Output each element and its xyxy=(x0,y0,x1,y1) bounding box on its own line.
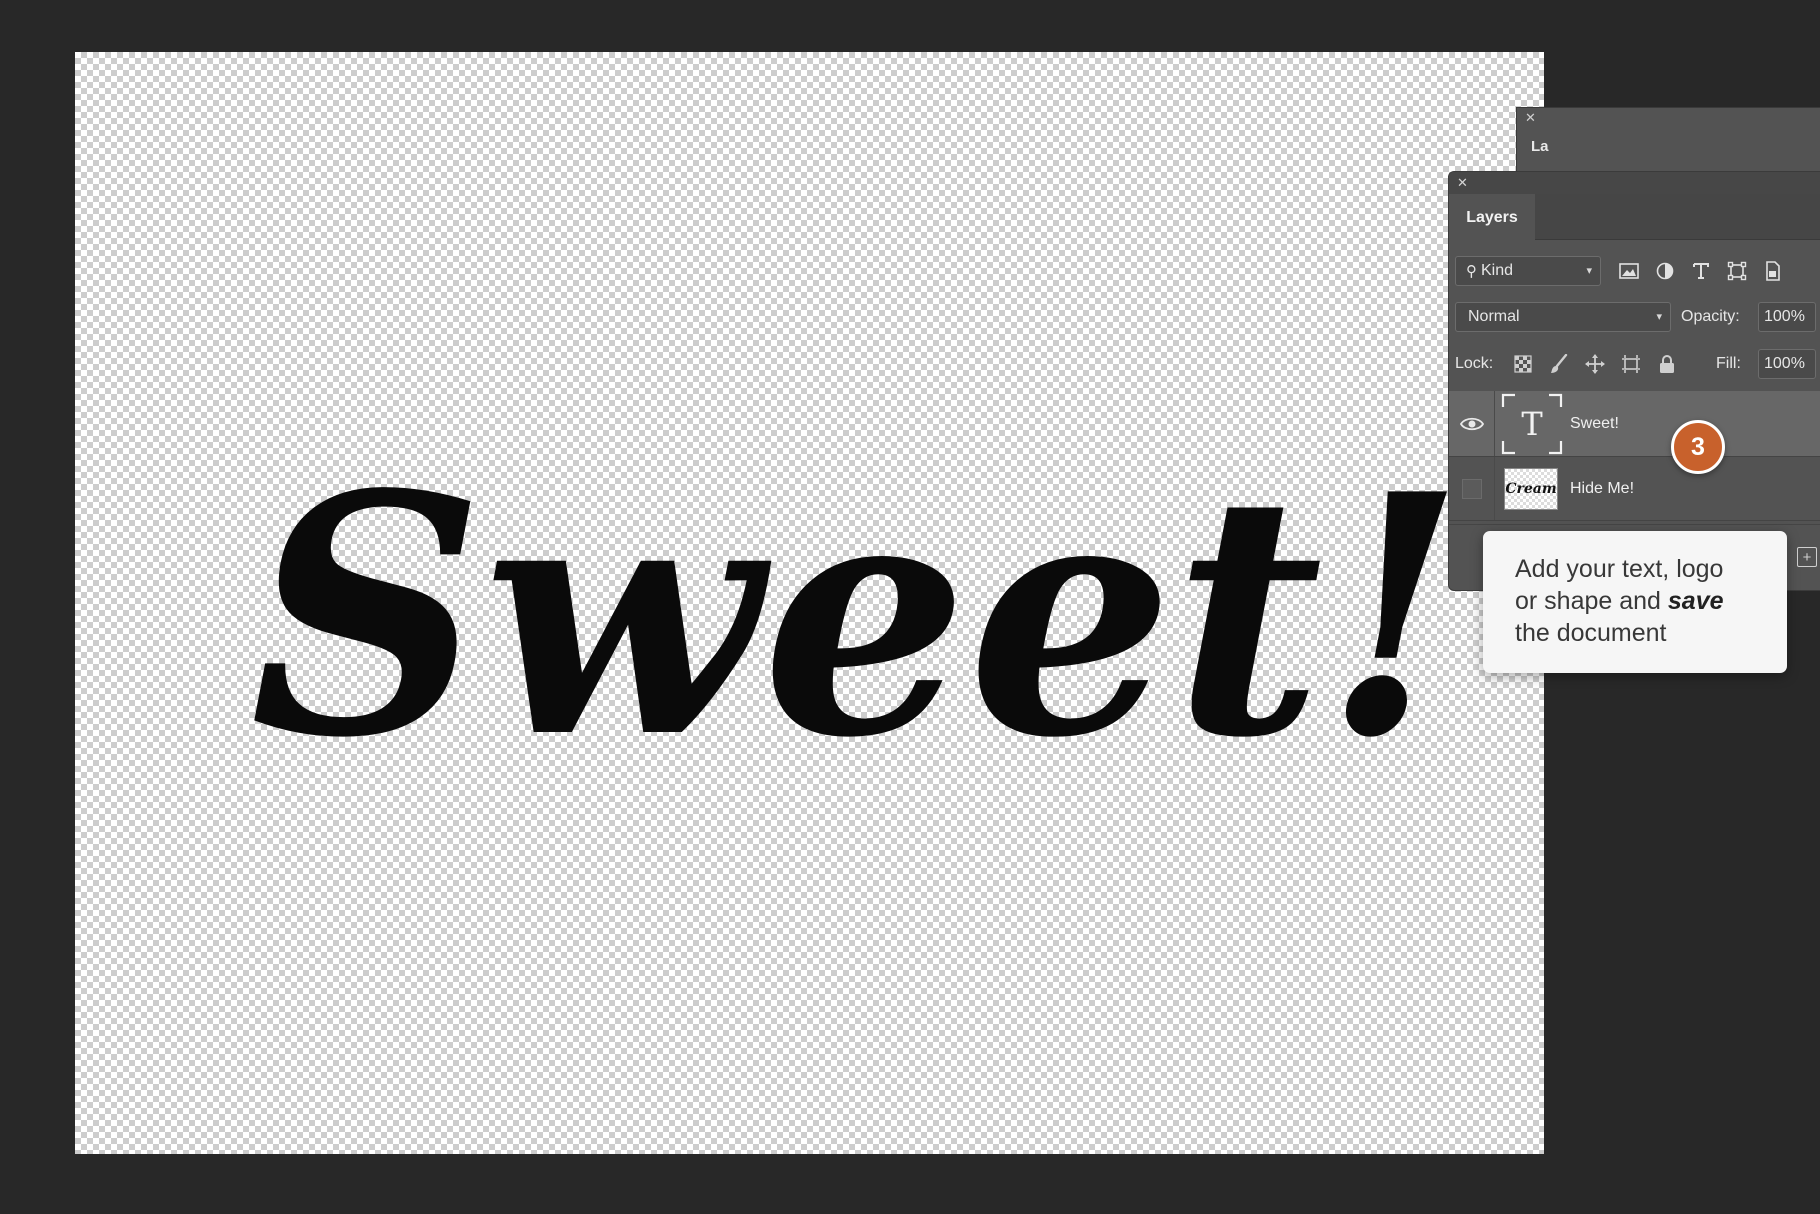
type-glyph: T xyxy=(1521,405,1543,443)
tooltip-line-2: or shape and save xyxy=(1515,585,1759,617)
close-icon[interactable]: ✕ xyxy=(1525,110,1536,126)
lock-all-icon[interactable] xyxy=(1655,352,1679,376)
visibility-off-box xyxy=(1461,478,1482,499)
layer-row-sweet[interactable]: T Sweet! xyxy=(1449,391,1820,457)
blend-mode-select[interactable]: Normal ▾ xyxy=(1455,302,1671,332)
search-icon: ⚲ xyxy=(1466,263,1477,280)
document-canvas[interactable]: Sweet! xyxy=(75,52,1544,1154)
opacity-label: Opacity: xyxy=(1681,308,1740,325)
shape-filter-icon[interactable] xyxy=(1724,259,1750,283)
lock-label: Lock: xyxy=(1455,355,1494,372)
blend-mode-value: Normal xyxy=(1468,308,1520,325)
filter-kind-select[interactable]: ⚲ Kind ▾ xyxy=(1455,256,1601,286)
fill-field[interactable]: 100% xyxy=(1758,349,1816,379)
tab-layers[interactable]: Layers xyxy=(1449,194,1535,241)
lock-image-pixels-icon[interactable] xyxy=(1547,352,1571,376)
sweet-artwork: Sweet! xyxy=(250,422,1465,810)
background-panel-tab[interactable]: La xyxy=(1531,138,1549,155)
opacity-field[interactable]: 100% xyxy=(1758,302,1816,332)
chevron-down-icon: ▾ xyxy=(1656,311,1662,323)
layer-name[interactable]: Hide Me! xyxy=(1570,457,1634,520)
close-icon[interactable]: ✕ xyxy=(1457,175,1468,191)
layer-name[interactable]: Sweet! xyxy=(1570,391,1619,456)
tooltip-line-2-prefix: or shape and xyxy=(1515,587,1668,615)
layer-row-hide-me[interactable]: Cream Hide Me! xyxy=(1449,457,1820,521)
image-layer-thumbnail: Cream xyxy=(1504,468,1558,510)
smart-object-filter-icon[interactable] xyxy=(1760,259,1786,283)
layers-panel: ✕ Layers ⚲ Kind ▾ Normal ▾ Opacity: 100%… xyxy=(1448,171,1820,591)
step-badge: 3 xyxy=(1671,420,1725,474)
instruction-tooltip: Add your text, logo or shape and save th… xyxy=(1483,531,1787,673)
layer-visibility-toggle[interactable] xyxy=(1449,457,1495,520)
adjustment-filter-icon[interactable] xyxy=(1652,259,1678,283)
tooltip-line-1: Add your text, logo xyxy=(1515,555,1724,583)
eye-icon xyxy=(1459,417,1484,430)
lock-position-icon[interactable] xyxy=(1583,352,1607,376)
sweet-text: Sweet! xyxy=(250,422,1465,810)
type-filter-icon[interactable] xyxy=(1688,259,1714,283)
layer-filter-row: ⚲ Kind ▾ xyxy=(1453,256,1820,286)
opacity-value: 100% xyxy=(1764,308,1805,325)
fill-label: Fill: xyxy=(1716,355,1741,372)
panel-title-bar[interactable]: ✕ xyxy=(1449,172,1820,194)
filter-kind-label: Kind xyxy=(1481,262,1514,279)
chevron-down-icon: ▾ xyxy=(1586,265,1592,277)
fill-value: 100% xyxy=(1764,355,1805,372)
tooltip-emphasis: save xyxy=(1667,587,1724,615)
layer-visibility-toggle[interactable] xyxy=(1449,391,1495,456)
tooltip-line-3: the document xyxy=(1515,619,1667,647)
lock-fill-row: Lock: Fill: 100% xyxy=(1455,349,1820,379)
lock-transparent-pixels-icon[interactable] xyxy=(1511,352,1535,376)
new-layer-icon[interactable]: + xyxy=(1797,547,1817,567)
lock-artboard-icon[interactable] xyxy=(1619,352,1643,376)
layer-list: T Sweet! Cream Hide Me! xyxy=(1449,391,1820,521)
image-filter-icon[interactable] xyxy=(1616,259,1642,283)
blend-opacity-row: Normal ▾ Opacity: 100% xyxy=(1453,302,1820,332)
panel-tab-bar: Layers xyxy=(1449,194,1820,241)
text-layer-thumbnail: T xyxy=(1501,393,1563,455)
